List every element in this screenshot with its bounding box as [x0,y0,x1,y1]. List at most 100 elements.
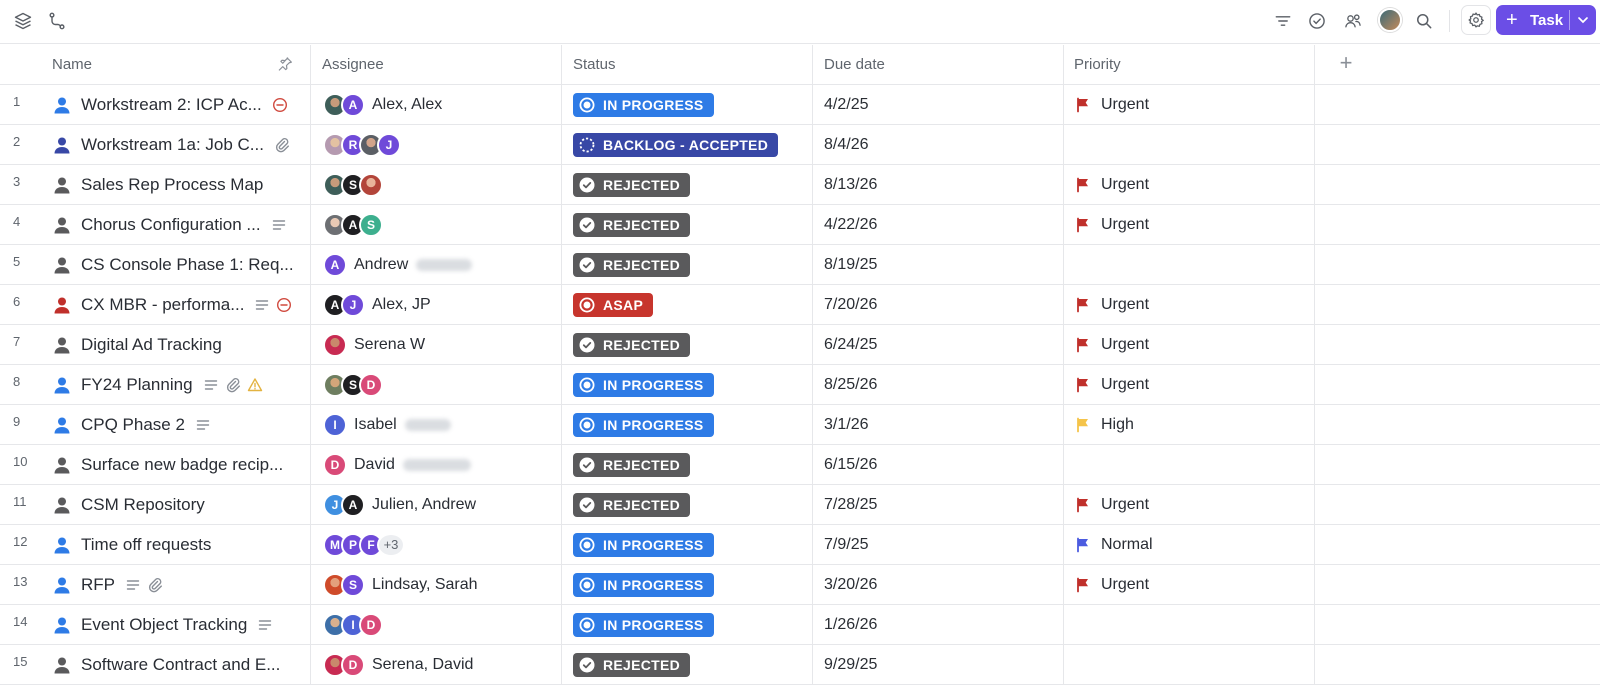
attachment-icon[interactable] [147,577,163,593]
due-date[interactable]: 3/20/26 [824,565,1062,604]
avatar-group[interactable]: A [323,92,365,117]
priority-cell[interactable] [1075,645,1313,684]
avatar[interactable]: J [377,132,401,157]
table-row[interactable]: 13 RFP S Lindsay, Sarah IN PROGRESS 3/20/26 Ur… [0,565,1600,605]
description-icon[interactable] [257,617,273,633]
assignee-cell[interactable]: Serena W [323,325,561,364]
status-cell[interactable]: REJECTED [573,245,811,284]
avatar-group[interactable]: JA [323,492,365,517]
status-badge[interactable]: REJECTED [573,492,691,517]
task-name[interactable]: Workstream 2: ICP Ac... [81,95,262,115]
assignee-cell[interactable]: ID [323,605,561,644]
table-row[interactable]: 9 CPQ Phase 2 I Isabel IN PROGRESS 3/1/26 High [0,405,1600,445]
status-badge[interactable]: REJECTED [573,172,691,197]
avatar[interactable] [1378,8,1402,32]
table-row[interactable]: 5 CS Console Phase 1: Req... A Andrew REJECT… [0,245,1600,285]
task-name-cell[interactable]: CSM Repository [52,485,304,524]
assignee-cell[interactable]: SD [323,365,561,404]
status-badge[interactable]: REJECTED [573,452,691,477]
task-name-cell[interactable]: RFP [52,565,304,604]
due-date[interactable]: 6/15/26 [824,445,1062,484]
avatar-group[interactable]: S [323,172,383,197]
due-date[interactable]: 7/20/26 [824,285,1062,324]
task-name[interactable]: Time off requests [81,535,211,555]
task-name[interactable]: Software Contract and E... [81,655,280,675]
table-row[interactable]: 8 FY24 Planning S D IN PROGRESS 8/25/26 Urgent [0,365,1600,405]
layers-icon[interactable] [12,10,34,32]
more-assignees-badge[interactable]: +3 [377,532,405,557]
task-name[interactable]: Digital Ad Tracking [81,335,222,355]
assignee-cell[interactable]: RJ [323,125,561,164]
avatar[interactable]: I [323,412,347,437]
task-name-cell[interactable]: Software Contract and E... [52,645,304,684]
avatar-group[interactable]: D [323,452,347,477]
due-date[interactable]: 7/9/25 [824,525,1062,564]
avatar[interactable]: D [323,452,347,477]
warning-icon[interactable] [247,377,263,393]
table-row[interactable]: 6 CX MBR - performa... A J Alex, JP ASAP 7/20/… [0,285,1600,325]
pin-icon[interactable] [276,55,294,73]
task-name[interactable]: CSM Repository [81,495,205,515]
status-cell[interactable]: IN PROGRESS [573,525,811,564]
avatar[interactable]: A [341,92,365,117]
description-icon[interactable] [125,577,141,593]
gear-icon[interactable] [1461,5,1491,35]
status-cell[interactable]: REJECTED [573,165,811,204]
add-column-button[interactable]: + [1336,52,1356,75]
avatar[interactable]: A [323,252,347,277]
avatar[interactable]: J [341,292,365,317]
status-cell[interactable]: REJECTED [573,325,811,364]
task-name[interactable]: RFP [81,575,115,595]
check-circle-icon[interactable] [1306,10,1328,32]
status-cell[interactable]: BACKLOG - ACCEPTED [573,125,811,164]
priority-cell[interactable]: Urgent [1075,85,1313,124]
status-badge[interactable]: IN PROGRESS [573,572,714,597]
priority-cell[interactable]: Urgent [1075,285,1313,324]
column-header-assignee[interactable]: Assignee [322,45,384,84]
status-badge[interactable]: REJECTED [573,652,691,677]
description-icon[interactable] [254,297,270,313]
status-badge[interactable]: IN PROGRESS [573,92,714,117]
description-icon[interactable] [195,417,211,433]
priority-cell[interactable] [1075,245,1313,284]
assignee-cell[interactable]: S Lindsay, Sarah [323,565,561,604]
task-name-cell[interactable]: CS Console Phase 1: Req... [52,245,304,284]
add-task-button[interactable]: + Task [1496,5,1596,35]
due-date[interactable]: 8/19/25 [824,245,1062,284]
assignee-cell[interactable]: AS [323,205,561,244]
status-badge[interactable]: ASAP [573,292,654,317]
task-name[interactable]: Sales Rep Process Map [81,175,263,195]
avatar[interactable]: D [359,612,383,637]
table-row[interactable]: 4 Chorus Configuration ... A S REJECTED 4/22/… [0,205,1600,245]
due-date[interactable]: 8/4/26 [824,125,1062,164]
assignee-cell[interactable]: A Alex, Alex [323,85,561,124]
table-row[interactable]: 11 CSM Repository J A Julien, Andrew REJECTED… [0,485,1600,525]
task-name-cell[interactable]: Workstream 1a: Job C... [52,125,304,164]
attachment-icon[interactable] [225,377,241,393]
status-cell[interactable]: REJECTED [573,205,811,244]
status-cell[interactable]: ASAP [573,285,811,324]
avatar-group[interactable]: SD [323,372,383,397]
avatar-group[interactable]: S [323,572,365,597]
status-badge[interactable]: REJECTED [573,332,691,357]
assignee-cell[interactable]: D David [323,445,561,484]
table-row[interactable]: 10 Surface new badge recip... D David REJECT… [0,445,1600,485]
status-badge[interactable]: REJECTED [573,252,691,277]
route-icon[interactable] [46,10,68,32]
due-date[interactable]: 9/29/25 [824,645,1062,684]
status-cell[interactable]: IN PROGRESS [573,365,811,404]
avatar-group[interactable]: ID [323,612,383,637]
due-date[interactable]: 7/28/25 [824,485,1062,524]
avatar-group[interactable]: RJ [323,132,401,157]
assignee-cell[interactable]: S [323,165,561,204]
status-badge[interactable]: BACKLOG - ACCEPTED [573,132,779,157]
status-badge[interactable]: REJECTED [573,212,691,237]
status-cell[interactable]: REJECTED [573,485,811,524]
task-name[interactable]: FY24 Planning [81,375,193,395]
table-row[interactable]: 1 Workstream 2: ICP Ac... A Alex, Alex IN PR… [0,85,1600,125]
due-date[interactable]: 4/2/25 [824,85,1062,124]
chevron-down-icon[interactable] [1576,11,1590,29]
avatar-group[interactable]: A [323,252,347,277]
avatar-group[interactable]: AJ [323,292,365,317]
due-date[interactable]: 8/13/26 [824,165,1062,204]
